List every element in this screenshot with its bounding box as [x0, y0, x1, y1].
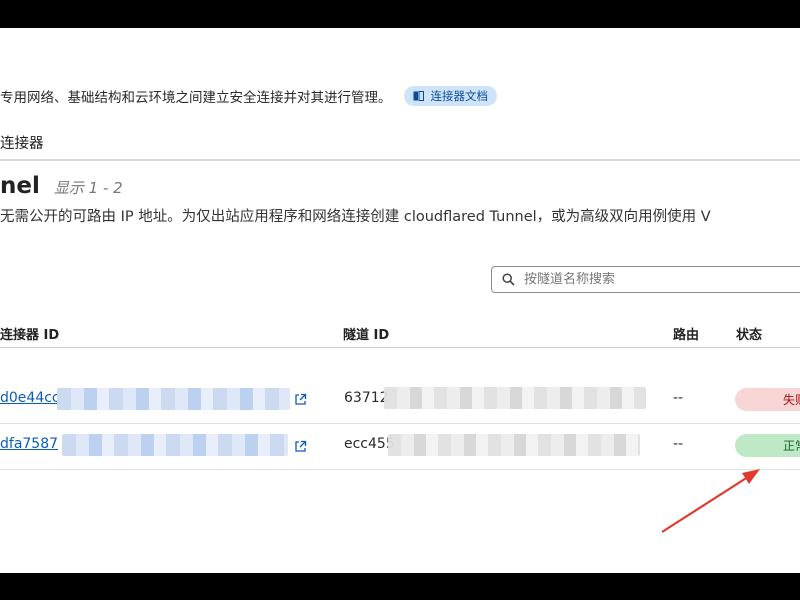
redacted-tunnel-id — [384, 387, 646, 409]
redacted-connector-id — [62, 434, 288, 456]
page-description-text: 专用网络、基础结构和云环境之间建立安全连接并对其进行管理。 — [0, 90, 392, 106]
connector-id-link[interactable]: dfa7587 — [0, 436, 58, 452]
status-badge: 失败 — [735, 388, 800, 411]
row-divider — [0, 423, 800, 424]
table-header-divider — [0, 347, 800, 348]
page-canvas — [0, 28, 800, 573]
external-link-icon[interactable] — [294, 393, 307, 406]
section-title: 连接器 — [0, 136, 44, 152]
book-icon — [413, 91, 424, 101]
col-header-status[interactable]: 状态 — [736, 324, 762, 343]
tunnels-heading-text: nel — [0, 173, 40, 199]
col-header-tunnel-id[interactable]: 隧道 ID — [343, 324, 389, 343]
col-header-route[interactable]: 路由 — [673, 324, 699, 343]
status-badge: 正常 — [735, 434, 800, 457]
tunnel-search-input[interactable] — [524, 272, 784, 287]
tunnels-description: 无需公开的可路由 IP 地址。为仅出站应用程序和网络连接创建 cloudflar… — [0, 209, 711, 225]
tunnel-search-box[interactable] — [491, 266, 800, 293]
route-value: -- — [673, 390, 684, 406]
page-description: 专用网络、基础结构和云环境之间建立安全连接并对其进行管理。 连接器文档 — [0, 86, 497, 106]
external-link-icon[interactable] — [294, 440, 307, 453]
section-divider — [0, 159, 800, 161]
route-value: -- — [673, 436, 684, 452]
col-header-connector-id[interactable]: 连接器 ID — [0, 324, 59, 343]
connector-id-link[interactable]: d0e44cc — [0, 390, 60, 406]
row-divider — [0, 469, 800, 470]
redacted-tunnel-id — [388, 434, 640, 456]
tunnels-count: 显示 1 - 2 — [53, 179, 123, 197]
docs-link-label: 连接器文档 — [430, 89, 489, 103]
search-icon — [502, 273, 515, 286]
redacted-connector-id — [57, 388, 290, 410]
tunnel-id: 63712 — [344, 390, 389, 406]
bottom-black-bar — [0, 573, 800, 600]
docs-link-badge[interactable]: 连接器文档 — [403, 86, 497, 106]
tunnels-heading: nel 显示 1 - 2 — [0, 173, 123, 199]
